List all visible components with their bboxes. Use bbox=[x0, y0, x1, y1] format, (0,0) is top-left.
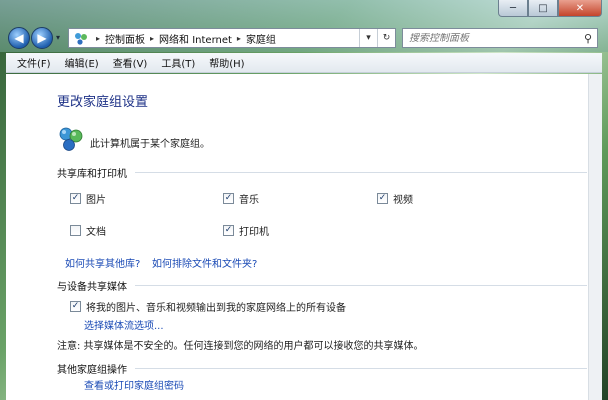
breadcrumb-control-panel[interactable]: 控制面板 bbox=[105, 31, 145, 46]
share-other-libraries-link[interactable]: 如何共享其他库? bbox=[65, 255, 140, 270]
minimize-button[interactable]: ─ bbox=[498, 0, 528, 17]
videos-checkbox[interactable]: ✓ bbox=[377, 193, 388, 204]
share-music-option[interactable]: ✓ 音乐 bbox=[223, 191, 259, 206]
menu-bar: 文件(F) 编辑(E) 查看(V) 工具(T) 帮助(H) bbox=[6, 53, 602, 73]
menu-view[interactable]: 查看(V) bbox=[106, 55, 155, 70]
forward-arrow-icon: ▶ bbox=[37, 31, 47, 45]
homegroup-small-icon bbox=[73, 31, 89, 45]
section-other-actions: 其他家庭组操作 bbox=[57, 361, 587, 376]
share-pictures-option[interactable]: ✓ 图片 bbox=[70, 191, 106, 206]
breadcrumb-separator[interactable]: ▸ bbox=[150, 34, 154, 43]
share-documents-option[interactable]: 文档 bbox=[70, 223, 106, 238]
documents-checkbox[interactable] bbox=[70, 225, 81, 236]
checkbox-label: 打印机 bbox=[239, 227, 269, 238]
share-printers-option[interactable]: ✓ 打印机 bbox=[223, 223, 269, 238]
back-arrow-icon: ◀ bbox=[14, 31, 24, 45]
close-button[interactable]: ✕ bbox=[558, 0, 602, 17]
forward-button[interactable]: ▶ bbox=[31, 27, 53, 49]
checkbox-label: 图片 bbox=[86, 195, 106, 206]
menu-help[interactable]: 帮助(H) bbox=[202, 55, 251, 70]
menu-tools[interactable]: 工具(T) bbox=[154, 55, 202, 70]
stream-media-checkbox[interactable]: ✓ bbox=[70, 301, 81, 312]
content-pane: 更改家庭组设置 此计算机属于某个家庭组。 共享库和打印机 ✓ 图片 ✓ 音乐 ✓… bbox=[6, 74, 602, 400]
section-header: 共享库和打印机 bbox=[57, 169, 127, 180]
page-title: 更改家庭组设置 bbox=[57, 95, 149, 110]
menu-edit[interactable]: 编辑(E) bbox=[58, 55, 106, 70]
checkbox-label: 文档 bbox=[86, 227, 106, 238]
media-streaming-options-link[interactable]: 选择媒体流选项... bbox=[84, 317, 164, 332]
checkbox-label: 音乐 bbox=[239, 195, 259, 206]
breadcrumb-homegroup[interactable]: 家庭组 bbox=[246, 31, 276, 46]
section-divider bbox=[135, 172, 587, 173]
printers-checkbox[interactable]: ✓ bbox=[223, 225, 234, 236]
checkbox-label: 视频 bbox=[393, 195, 413, 206]
breadcrumb-network-internet[interactable]: 网络和 Internet bbox=[159, 31, 232, 46]
checkbox-label: 将我的图片、音乐和视频输出到我的家庭网络上的所有设备 bbox=[86, 303, 346, 314]
search-input[interactable] bbox=[409, 32, 569, 44]
search-icon[interactable]: ⚲ bbox=[584, 32, 592, 45]
exclude-files-folders-link[interactable]: 如何排除文件和文件夹? bbox=[152, 255, 257, 270]
recent-pages-dropdown[interactable]: ▾ bbox=[56, 33, 60, 42]
maximize-button[interactable]: □ bbox=[528, 0, 558, 17]
share-videos-option[interactable]: ✓ 视频 bbox=[377, 191, 413, 206]
section-header: 与设备共享媒体 bbox=[57, 282, 127, 293]
address-bar[interactable]: ▸ 控制面板 ▸ 网络和 Internet ▸ 家庭组 ▾ ↻ bbox=[68, 28, 396, 48]
vertical-scrollbar[interactable] bbox=[588, 74, 602, 400]
stream-media-option[interactable]: ✓ 将我的图片、音乐和视频输出到我的家庭网络上的所有设备 bbox=[70, 299, 346, 314]
homegroup-icon bbox=[58, 126, 84, 152]
membership-status: 此计算机属于某个家庭组。 bbox=[90, 139, 210, 150]
back-button[interactable]: ◀ bbox=[8, 27, 30, 49]
refresh-icon: ↻ bbox=[382, 33, 391, 43]
section-divider bbox=[135, 368, 587, 369]
media-security-note: 注意: 共享媒体是不安全的。任何连接到您的网络的用户都可以接收您的共享媒体。 bbox=[57, 341, 424, 352]
window-controls: ─ □ ✕ bbox=[498, 0, 602, 17]
section-libraries-printers: 共享库和打印机 bbox=[57, 165, 587, 180]
breadcrumb-separator[interactable]: ▸ bbox=[237, 34, 241, 43]
chevron-down-icon: ▾ bbox=[366, 33, 371, 43]
view-print-password-link[interactable]: 查看或打印家庭组密码 bbox=[84, 377, 184, 392]
music-checkbox[interactable]: ✓ bbox=[223, 193, 234, 204]
section-header: 其他家庭组操作 bbox=[57, 365, 127, 376]
section-divider bbox=[135, 285, 587, 286]
address-dropdown-button[interactable]: ▾ bbox=[359, 29, 377, 47]
menu-file[interactable]: 文件(F) bbox=[10, 55, 58, 70]
breadcrumb-separator: ▸ bbox=[96, 33, 101, 43]
pictures-checkbox[interactable]: ✓ bbox=[70, 193, 81, 204]
section-media-sharing: 与设备共享媒体 bbox=[57, 278, 587, 293]
search-box[interactable]: ⚲ bbox=[402, 28, 598, 48]
refresh-button[interactable]: ↻ bbox=[377, 29, 395, 47]
